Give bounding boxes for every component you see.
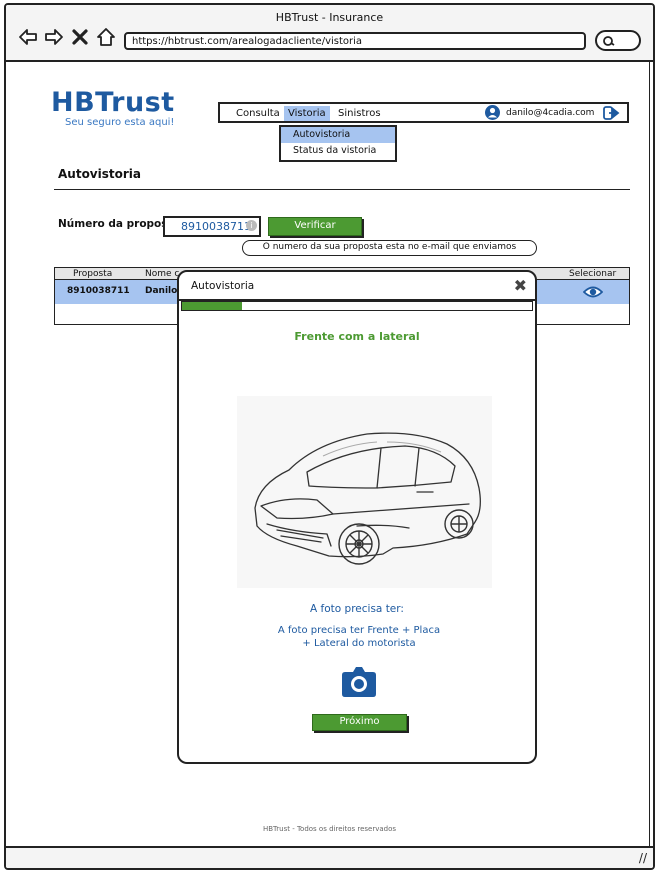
cell-nome: Danilo <box>145 286 178 296</box>
back-icon[interactable] <box>18 27 38 47</box>
requirements-text: A foto precisa ter Frente + Placa + Late… <box>239 624 479 650</box>
resize-grip-icon[interactable]: // <box>639 851 647 865</box>
url-bar[interactable]: https://hbtrust.com/arealogadacliente/vi… <box>124 32 586 50</box>
menu-item-consulta[interactable]: Consulta <box>232 106 284 121</box>
proposal-tooltip: O numero da sua proposta esta no e-mail … <box>242 240 537 256</box>
user-email: danilo@4cadia.com <box>506 107 595 118</box>
browser-search[interactable] <box>595 30 641 51</box>
step-title: Frente com a lateral <box>294 330 420 343</box>
verify-button[interactable]: Verificar <box>268 217 362 236</box>
main-menu: Consulta Vistoria Sinistros danilo@4cadi… <box>218 102 629 123</box>
divider <box>54 189 630 190</box>
user-avatar-icon <box>485 105 500 120</box>
autovistoria-modal: Autovistoria ✖ Frente com a lateral A fo… <box>177 270 537 764</box>
column-header-nome: Nome c <box>145 269 180 279</box>
page-title: Autovistoria <box>58 167 141 181</box>
stop-icon[interactable] <box>70 27 90 47</box>
window-title: HBTrust - Insurance <box>275 11 384 24</box>
modal-header: Autovistoria ✖ <box>179 272 535 301</box>
browser-statusbar: // <box>6 846 653 868</box>
logout-icon[interactable] <box>603 106 621 123</box>
scrollbar[interactable] <box>649 62 653 846</box>
requirements-title: A foto precisa ter: <box>310 603 404 615</box>
search-icon <box>603 36 615 46</box>
requirements-line-2: + Lateral do motorista <box>302 638 416 649</box>
menu-item-sinistros[interactable]: Sinistros <box>334 106 385 121</box>
logo[interactable]: HBTrust Seu seguro esta aqui! <box>51 87 175 129</box>
eye-icon[interactable] <box>582 285 604 302</box>
forward-icon[interactable] <box>44 27 64 47</box>
menu-item-vistoria[interactable]: Vistoria <box>284 106 330 121</box>
next-button[interactable]: Próximo <box>312 714 407 731</box>
dropdown-item-autovistoria[interactable]: Autovistoria <box>281 127 395 143</box>
browser-titlebar: HBTrust - Insurance https://hbtrust.com/… <box>6 5 653 62</box>
progress-bar <box>181 301 533 311</box>
info-icon[interactable]: i <box>246 220 257 231</box>
cell-proposta: 8910038711 <box>67 286 130 296</box>
footer-text: HBTrust - Todos os direitos reservados <box>262 825 397 833</box>
home-icon[interactable] <box>96 27 116 47</box>
vistoria-dropdown: Autovistoria Status da vistoria <box>279 125 397 162</box>
requirements-line-1: A foto precisa ter Frente + Placa <box>277 625 441 636</box>
column-header-proposta: Proposta <box>73 269 113 279</box>
camera-icon[interactable] <box>341 664 377 702</box>
progress-fill <box>182 302 242 310</box>
logo-tagline: Seu seguro esta aqui! <box>65 117 175 128</box>
logo-name: HBTrust <box>51 87 175 118</box>
proposal-label: Número da proposta <box>58 218 180 230</box>
column-header-selecionar: Selecionar <box>569 269 617 279</box>
close-icon[interactable]: ✖ <box>514 276 527 295</box>
browser-window: HBTrust - Insurance https://hbtrust.com/… <box>4 3 655 870</box>
car-illustration <box>237 396 492 588</box>
nav-controls <box>18 27 116 47</box>
dropdown-item-status[interactable]: Status da vistoria <box>281 143 395 159</box>
user-info[interactable]: danilo@4cadia.com <box>485 105 594 120</box>
modal-title: Autovistoria <box>191 280 255 292</box>
